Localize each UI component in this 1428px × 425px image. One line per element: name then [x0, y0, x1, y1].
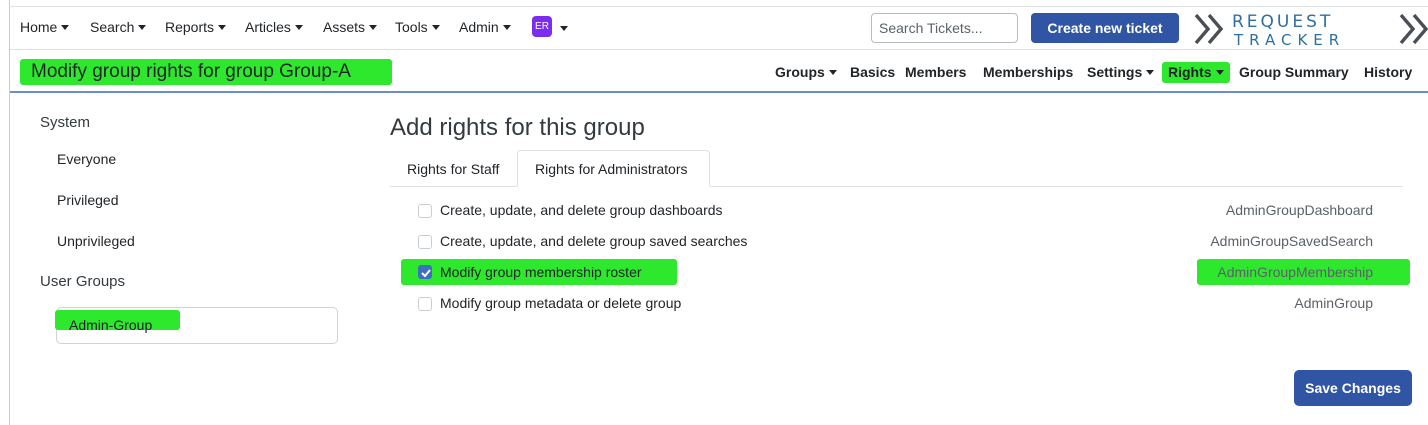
request-tracker-logo[interactable]: REQUEST TRACKER: [1194, 9, 1428, 49]
right-code-metadata: AdminGroup: [1294, 295, 1373, 311]
nav-home-label: Home: [20, 19, 58, 35]
page-title: Modify group rights for group Group-A: [31, 61, 351, 82]
nav-admin[interactable]: Admin: [459, 19, 511, 35]
subnav-memberships-label: Memberships: [983, 64, 1074, 80]
subnav-memberships[interactable]: Memberships: [983, 64, 1073, 80]
right-code-membership: AdminGroupMembership: [1217, 264, 1373, 280]
nav-assets-label: Assets: [323, 19, 366, 35]
right-label-membership[interactable]: Modify group membership roster: [440, 264, 642, 280]
subnav-history[interactable]: History: [1364, 64, 1412, 80]
nav-articles-label: Articles: [245, 19, 291, 35]
nav-search-label: Search: [90, 19, 135, 35]
subnav-members[interactable]: Members: [905, 64, 966, 80]
right-label-dashboards[interactable]: Create, update, and delete group dashboa…: [440, 202, 723, 218]
chevron-down-icon: [61, 25, 70, 30]
nav-assets[interactable]: Assets: [323, 19, 378, 35]
user-menu-chevron-icon[interactable]: [560, 26, 568, 31]
system-heading: System: [40, 114, 91, 131]
chevron-down-icon: [294, 25, 303, 30]
subnav-settings[interactable]: Settings: [1087, 64, 1155, 80]
page-header: Modify group rights for group Group-A Gr…: [10, 51, 1428, 93]
subnav-basics-label: Basics: [850, 64, 896, 80]
create-ticket-button[interactable]: Create new ticket: [1031, 13, 1179, 43]
nav-reports[interactable]: Reports: [165, 19, 227, 35]
chevron-down-icon: [828, 70, 837, 75]
tab-rights-for-staff[interactable]: Rights for Staff: [407, 161, 499, 177]
subnav-group-summary[interactable]: Group Summary: [1239, 64, 1349, 80]
chevron-down-icon: [1215, 70, 1224, 75]
nav-admin-label: Admin: [459, 19, 499, 35]
tab-rights-for-administrators-label: Rights for Administrators: [535, 161, 688, 177]
logo-text-tracker: TRACKER: [1233, 31, 1345, 49]
chevron-down-icon: [431, 25, 440, 30]
nav-reports-label: Reports: [165, 19, 215, 35]
subnav-members-label: Members: [905, 64, 967, 80]
chevron-down-icon: [369, 25, 378, 30]
search-tickets-input[interactable]: [871, 13, 1018, 43]
nav-tools-label: Tools: [395, 19, 428, 35]
subnav-settings-label: Settings: [1087, 64, 1143, 80]
chevron-down-icon: [1146, 70, 1155, 75]
right-code-dashboards: AdminGroupDashboard: [1225, 202, 1373, 218]
nav-home[interactable]: Home: [20, 19, 70, 35]
subnav-group-summary-label: Group Summary: [1239, 64, 1349, 80]
subnav-history-label: History: [1364, 64, 1413, 80]
right-checkbox-saved-searches[interactable]: [418, 235, 432, 249]
add-rights-heading: Add rights for this group: [390, 114, 645, 141]
avatar-initials: ER: [535, 21, 549, 32]
top-navbar: Home Search Reports Articles Assets Tool…: [10, 7, 1428, 50]
nav-tools[interactable]: Tools: [395, 19, 440, 35]
logo-text-request: REQUEST: [1232, 12, 1333, 32]
subnav-rights-label: Rights: [1168, 64, 1212, 80]
right-checkbox-membership[interactable]: [418, 265, 432, 279]
subnav-groups-label: Groups: [775, 64, 825, 80]
subnav-rights[interactable]: Rights: [1168, 64, 1224, 80]
principal-everyone[interactable]: Everyone: [57, 151, 116, 167]
principal-privileged[interactable]: Privileged: [57, 192, 118, 208]
subnav-groups[interactable]: Groups: [775, 64, 837, 80]
principal-unprivileged[interactable]: Unprivileged: [57, 233, 135, 249]
user-avatar[interactable]: ER: [532, 16, 552, 37]
chevron-down-icon: [218, 25, 227, 30]
right-code-saved-searches: AdminGroupSavedSearch: [1210, 233, 1373, 249]
chevron-down-icon: [138, 25, 147, 30]
right-label-saved-searches[interactable]: Create, update, and delete group saved s…: [440, 233, 747, 249]
chevron-down-icon: [502, 25, 511, 30]
user-groups-heading: User Groups: [40, 273, 126, 290]
nav-search[interactable]: Search: [90, 19, 147, 35]
nav-articles[interactable]: Articles: [245, 19, 303, 35]
right-checkbox-dashboards[interactable]: [418, 204, 432, 218]
right-label-metadata[interactable]: Modify group metadata or delete group: [440, 295, 681, 311]
subnav-basics[interactable]: Basics: [850, 64, 895, 80]
checkmark-icon: [421, 269, 431, 278]
user-group-admin-group[interactable]: Admin-Group: [69, 317, 152, 333]
save-changes-button[interactable]: Save Changes: [1294, 370, 1412, 406]
right-checkbox-metadata[interactable]: [418, 297, 432, 311]
